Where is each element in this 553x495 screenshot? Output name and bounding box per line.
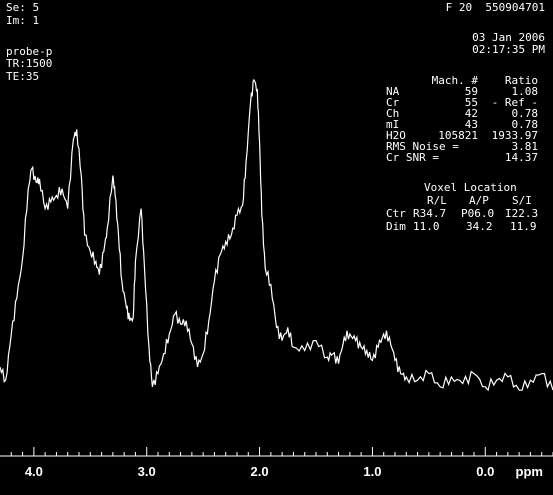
- voxel-ctr-si: I22.3: [505, 207, 539, 220]
- image-number: Im: 1: [6, 14, 40, 27]
- frame-id: F 20 550904701: [445, 1, 545, 14]
- voxel-ctr-rl: R34.7: [413, 207, 447, 220]
- tick-label: 0.0: [476, 464, 494, 479]
- cr-snr-row: Cr SNR = 14.37: [386, 152, 538, 163]
- voxel-header-ap: A/P: [469, 194, 489, 207]
- voxel-title: Voxel Location: [424, 181, 517, 194]
- cr-snr-label: Cr SNR =: [386, 151, 439, 164]
- voxel-dim-si: 11.9: [510, 220, 537, 233]
- voxel-ctr-ap: P06.0: [461, 207, 495, 220]
- voxel-dim-ap: 34.2: [466, 220, 493, 233]
- tick-label: 1.0: [363, 464, 381, 479]
- tick-label: 4.0: [25, 464, 43, 479]
- voxel-dim-label: Dim: [386, 220, 406, 233]
- voxel-header-rl: R/L: [427, 194, 447, 207]
- x-axis-label: ppm: [516, 464, 543, 479]
- voxel-ctr-label: Ctr: [386, 207, 406, 220]
- metabolite-table: Mach. # Ratio NA 59 1.08 Cr 55 - Ref - C…: [386, 75, 538, 163]
- mrs-screen: 4.0 3.0 2.0 1.0 0.0 ppm Se: 5 Im: 1 probe-p T…: [0, 0, 553, 495]
- series-number: Se: 5: [6, 1, 40, 14]
- exam-date: 03 Jan 2006: [472, 31, 545, 44]
- voxel-header-si: S/I: [512, 194, 532, 207]
- exam-time: 02:17:35 PM: [472, 43, 545, 56]
- tick-label: 3.0: [138, 464, 156, 479]
- tr-label: TR:1500: [6, 57, 53, 70]
- ppm-axis: 4.0 3.0 2.0 1.0 0.0 ppm: [0, 447, 553, 479]
- probe-label: probe-p: [6, 45, 53, 58]
- tick-label: 2.0: [251, 464, 269, 479]
- cr-snr-value: 14.37: [504, 151, 538, 164]
- voxel-dim-rl: 11.0: [413, 220, 440, 233]
- te-label: TE:35: [6, 70, 40, 83]
